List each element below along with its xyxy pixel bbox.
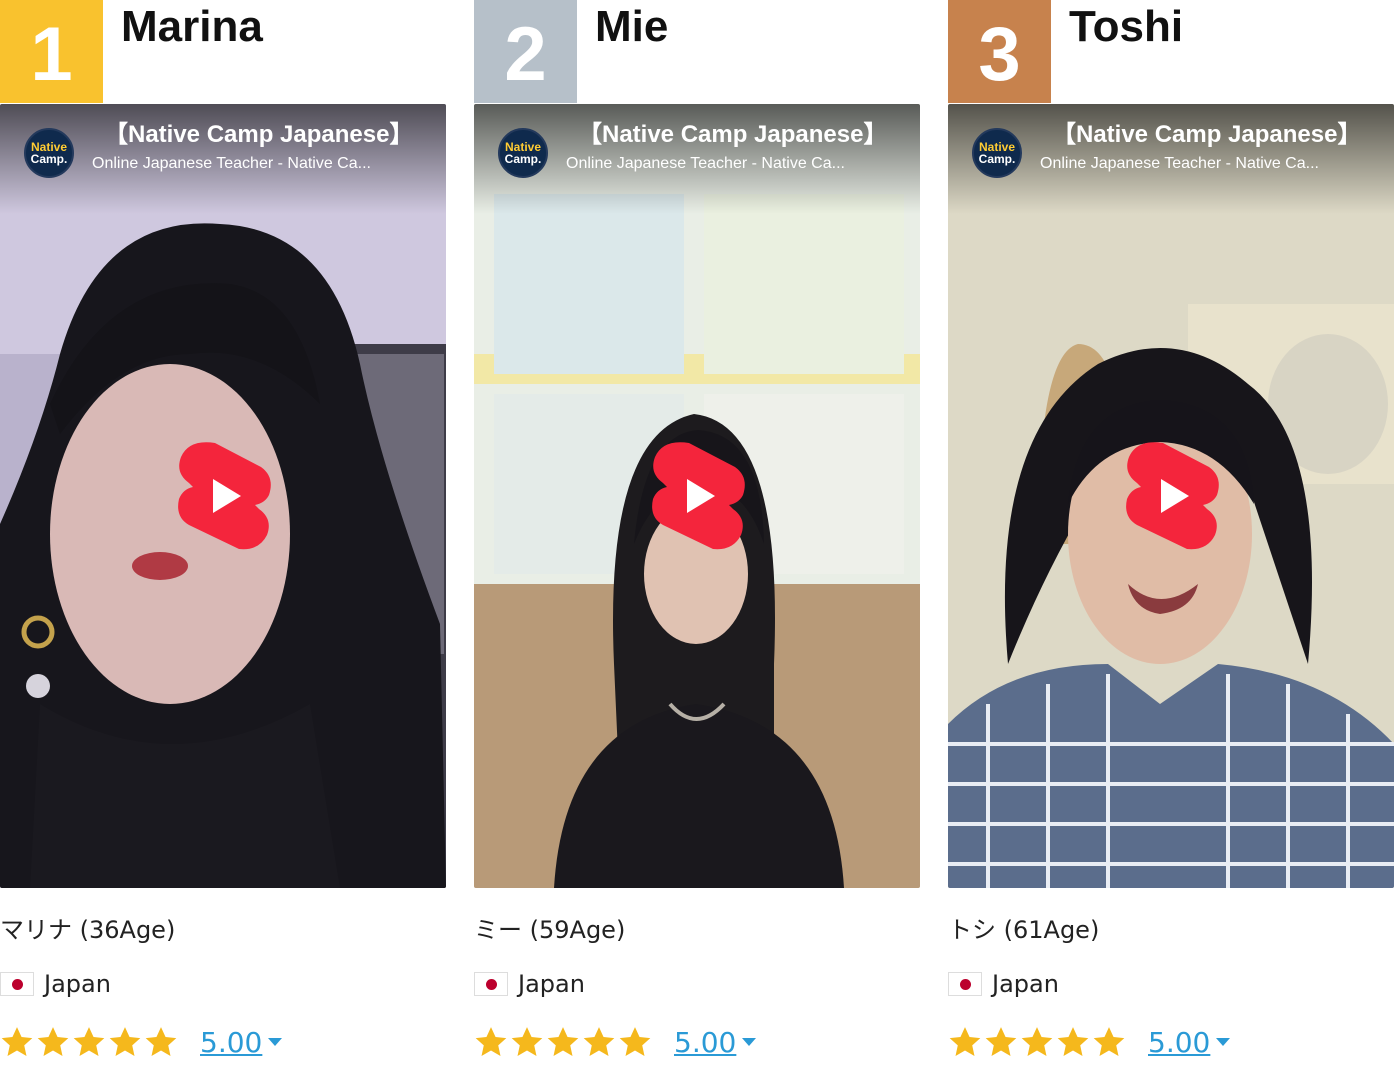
video-title[interactable]: 【Native Camp Japanese】	[578, 120, 910, 150]
channel-logo[interactable]: Native Camp.	[972, 128, 1022, 178]
star-icon	[145, 1027, 177, 1057]
rank-badge: 3	[948, 0, 1051, 103]
star-icon	[475, 1027, 507, 1057]
video-title[interactable]: 【Native Camp Japanese】	[1052, 120, 1384, 150]
star-rating	[948, 1025, 1128, 1059]
channel-logo[interactable]: Native Camp.	[498, 128, 548, 178]
shorts-play-icon[interactable]	[175, 437, 273, 555]
shorts-play-icon[interactable]	[1123, 437, 1221, 555]
rank-badge: 2	[474, 0, 577, 103]
logo-text: Camp.	[978, 152, 1016, 166]
shorts-play-icon[interactable]	[649, 437, 747, 555]
video-thumbnail[interactable]: Native Camp. 【Native Camp Japanese】 Onli…	[948, 104, 1394, 888]
country-row: Japan	[474, 966, 585, 1002]
channel-logo[interactable]: Native Camp.	[24, 128, 74, 178]
caret-down-icon[interactable]	[1216, 1038, 1231, 1046]
japan-flag-icon	[948, 972, 982, 996]
logo-text: Camp.	[30, 152, 68, 166]
rank-badge: 1	[0, 0, 103, 103]
star-icon	[1, 1027, 33, 1057]
star-icon	[1057, 1027, 1089, 1057]
star-icon	[583, 1027, 615, 1057]
country-label: Japan	[992, 970, 1059, 998]
teacher-card-1: 1 Marina Native Camp. 【Native Camp Japan…	[0, 0, 446, 1076]
star-rating	[474, 1025, 654, 1059]
star-icon	[1021, 1027, 1053, 1057]
video-title[interactable]: 【Native Camp Japanese】	[104, 120, 436, 150]
teacher-name-age: マリナ (36Age)	[0, 916, 176, 944]
country-label: Japan	[518, 970, 585, 998]
star-icon	[619, 1027, 651, 1057]
japan-flag-icon	[474, 972, 508, 996]
rating-row: 5.00	[474, 1020, 757, 1064]
video-thumbnail[interactable]: Native Camp. 【Native Camp Japanese】 Onli…	[0, 104, 446, 888]
video-channel[interactable]: Online Japanese Teacher - Native Ca...	[566, 154, 906, 174]
japan-flag-icon	[0, 972, 34, 996]
country-label: Japan	[44, 970, 111, 998]
teacher-name[interactable]: Mie	[595, 2, 668, 52]
country-row: Japan	[948, 966, 1059, 1002]
teacher-card-3: 3 Toshi Native Camp. 【Native Camp Japane…	[948, 0, 1394, 1076]
video-channel[interactable]: Online Japanese Teacher - Native Ca...	[1040, 154, 1380, 174]
caret-down-icon[interactable]	[742, 1038, 757, 1046]
star-icon	[985, 1027, 1017, 1057]
rating-link[interactable]: 5.00	[1148, 1026, 1210, 1059]
teacher-name-age: トシ (61Age)	[948, 916, 1100, 944]
star-icon	[73, 1027, 105, 1057]
country-row: Japan	[0, 966, 111, 1002]
star-icon	[109, 1027, 141, 1057]
rating-link[interactable]: 5.00	[200, 1026, 262, 1059]
video-channel[interactable]: Online Japanese Teacher - Native Ca...	[92, 154, 432, 174]
star-icon	[511, 1027, 543, 1057]
teacher-card-2: 2 Mie Native Camp. 【Native Camp Japanese…	[474, 0, 920, 1076]
rating-link[interactable]: 5.00	[674, 1026, 736, 1059]
teacher-name[interactable]: Marina	[121, 2, 263, 52]
star-icon	[37, 1027, 69, 1057]
caret-down-icon[interactable]	[268, 1038, 283, 1046]
logo-text: Camp.	[504, 152, 542, 166]
teacher-name-age: ミー (59Age)	[474, 916, 626, 944]
star-icon	[1093, 1027, 1125, 1057]
teacher-name[interactable]: Toshi	[1069, 2, 1183, 52]
star-icon	[547, 1027, 579, 1057]
star-rating	[0, 1025, 180, 1059]
star-icon	[949, 1027, 981, 1057]
rating-row: 5.00	[948, 1020, 1231, 1064]
video-thumbnail[interactable]: Native Camp. 【Native Camp Japanese】 Onli…	[474, 104, 920, 888]
rating-row: 5.00	[0, 1020, 283, 1064]
